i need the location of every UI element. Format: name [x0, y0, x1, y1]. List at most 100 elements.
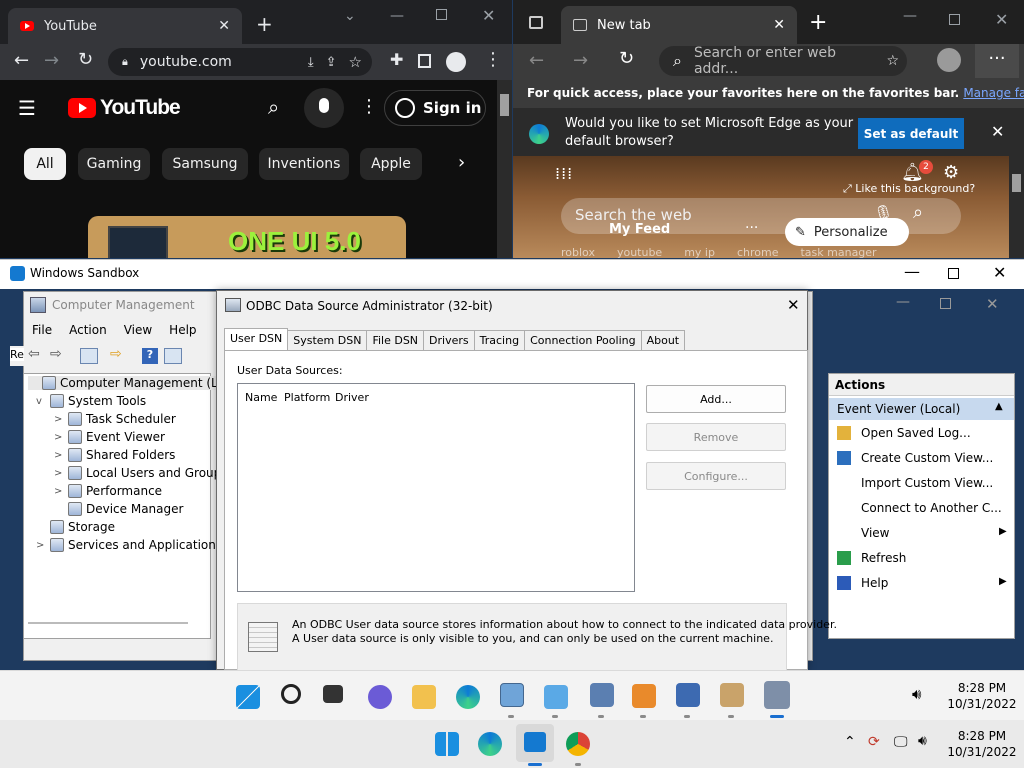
more-menu-icon[interactable]: ⋮: [484, 49, 502, 70]
apps-launcher-icon[interactable]: ⁞⁞⁞: [555, 164, 573, 183]
tab-new-tab[interactable]: New tab ✕: [561, 6, 797, 44]
sandbox-clock[interactable]: 8:28 PM 10/31/2022: [940, 680, 1024, 712]
share-icon[interactable]: ⇪: [326, 55, 337, 70]
sandbox-app-icon[interactable]: [544, 685, 568, 709]
forward-arrow-icon[interactable]: ⇨: [50, 346, 62, 362]
collapse-up-icon[interactable]: ▲: [995, 401, 1003, 412]
cm-minimize-icon[interactable]: —: [896, 294, 910, 310]
voice-search-button[interactable]: [304, 88, 344, 128]
minimize-icon[interactable]: —: [903, 8, 917, 24]
minimize-icon[interactable]: —: [390, 8, 404, 24]
show-action-pane-icon[interactable]: [164, 348, 182, 364]
chrome-icon[interactable]: [566, 732, 590, 756]
close-window-icon[interactable]: ✕: [482, 6, 495, 25]
show-hidden-icons-chevron-icon[interactable]: ⌃: [844, 734, 856, 750]
close-window-icon[interactable]: ✕: [995, 10, 1008, 29]
chip-apple[interactable]: Apple: [360, 148, 422, 180]
reload-icon[interactable]: ↻: [619, 48, 634, 69]
host-clock[interactable]: 8:28 PM 10/31/2022: [942, 728, 1022, 760]
scrollbar-thumb[interactable]: [500, 94, 509, 116]
tab-system-dsn[interactable]: System DSN: [287, 330, 368, 350]
action-item[interactable]: Help: [861, 576, 888, 590]
cm-maximize-icon[interactable]: [940, 298, 951, 309]
page-settings-gear-icon[interactable]: ⚙︎: [943, 162, 959, 183]
tree-item[interactable]: > Event Viewer: [54, 430, 165, 444]
tab-youtube[interactable]: YouTube ✕: [8, 8, 242, 44]
close-window-icon[interactable]: ✕: [993, 263, 1006, 282]
personalize-button[interactable]: ✎ Personalize: [785, 218, 909, 246]
chevron-right-icon[interactable]: >: [36, 540, 46, 551]
chevron-down-icon[interactable]: ⌄: [344, 8, 356, 24]
back-arrow-icon[interactable]: ⇦: [28, 346, 40, 362]
edge-scrollbar[interactable]: [1009, 156, 1024, 258]
column-header-platform[interactable]: Platform: [284, 391, 330, 404]
tree-item[interactable]: Device Manager: [54, 502, 183, 516]
chevron-right-icon[interactable]: >: [54, 414, 64, 425]
back-arrow-icon[interactable]: ←: [14, 50, 29, 71]
edge-icon[interactable]: [456, 685, 480, 709]
tree-item[interactable]: Computer Management (Local: [28, 376, 243, 390]
search-icon[interactable]: ⌕: [268, 95, 279, 119]
column-header-driver[interactable]: Driver: [335, 391, 369, 404]
action-item[interactable]: View: [861, 526, 889, 540]
minimize-icon[interactable]: —: [904, 262, 920, 281]
video-thumbnail[interactable]: ONE UI 5.0: [88, 216, 406, 258]
quick-link[interactable]: youtube: [617, 246, 662, 258]
control-panel-icon[interactable]: [500, 683, 524, 707]
menu-file[interactable]: File: [32, 323, 52, 337]
close-tab-icon[interactable]: ✕: [218, 18, 230, 34]
teams-chat-icon[interactable]: [368, 685, 392, 709]
sign-in-button[interactable]: Sign in: [384, 90, 486, 126]
action-item[interactable]: Refresh: [861, 551, 906, 565]
add-favorite-icon[interactable]: ☆: [886, 53, 907, 69]
chip-samsung[interactable]: Samsung: [162, 148, 248, 180]
maximize-icon[interactable]: [436, 9, 447, 20]
chip-inventions[interactable]: Inventions: [259, 148, 349, 180]
sync-alert-icon[interactable]: ⟳: [868, 734, 880, 750]
extensions-icon[interactable]: ✚: [390, 50, 403, 69]
action-item[interactable]: Connect to Another C...: [861, 501, 1002, 515]
network-icon[interactable]: 🖵︎: [894, 734, 908, 750]
like-background-prompt[interactable]: ⤢ Like this background?: [843, 182, 975, 196]
quick-link[interactable]: my ip: [684, 246, 715, 258]
file-explorer-icon[interactable]: [412, 685, 436, 709]
back-arrow-icon[interactable]: ←: [529, 50, 544, 71]
media-player-icon[interactable]: [632, 684, 656, 708]
odbc-close-icon[interactable]: ✕: [787, 296, 800, 314]
settings-more-icon[interactable]: ⋮: [360, 96, 378, 117]
menu-view[interactable]: View: [124, 323, 152, 337]
youtube-logo[interactable]: YouTube: [68, 96, 181, 120]
install-icon[interactable]: ⤓: [308, 55, 314, 70]
tree-item[interactable]: > Shared Folders: [54, 448, 175, 462]
tab-actions-icon[interactable]: [529, 16, 543, 29]
tab-connection-pooling[interactable]: Connection Pooling: [524, 330, 642, 350]
action-item[interactable]: Open Saved Log...: [861, 426, 971, 440]
network-config-icon[interactable]: [590, 683, 614, 707]
settings-and-more-icon[interactable]: ···: [975, 44, 1019, 78]
maximize-icon[interactable]: [948, 268, 959, 279]
close-tab-icon[interactable]: ✕: [773, 17, 785, 33]
manage-favorites-link[interactable]: Manage favorites...: [963, 86, 1024, 100]
edge-address-bar[interactable]: ⌕ Search or enter web addr... ☆: [659, 45, 907, 77]
tree-item[interactable]: > Services and Applications: [36, 538, 222, 552]
bookmark-star-icon[interactable]: ☆: [349, 53, 372, 71]
tab-tracing[interactable]: Tracing: [473, 330, 526, 350]
profile-avatar[interactable]: [937, 48, 961, 72]
address-bar[interactable]: 🔒︎ youtube.com ⤓ ⇪ ☆: [108, 48, 372, 76]
column-header-name[interactable]: Name: [245, 391, 277, 404]
configure-button[interactable]: Configure...: [646, 462, 786, 490]
tree-hscrollbar[interactable]: [28, 622, 188, 630]
user-data-sources-list[interactable]: Name Platform Driver: [237, 383, 635, 592]
tree-item[interactable]: > Local Users and Groups: [54, 466, 228, 480]
new-tab-icon[interactable]: +: [809, 10, 827, 35]
show-hide-tree-icon[interactable]: [80, 348, 98, 364]
dismiss-infobar-icon[interactable]: ✕: [991, 122, 1004, 141]
odbc-taskbar-icon[interactable]: [764, 681, 790, 709]
tree-item[interactable]: Storage: [36, 520, 115, 534]
tree-item[interactable]: v System Tools: [36, 394, 146, 408]
search-icon[interactable]: ⌕: [913, 202, 923, 223]
quick-link[interactable]: roblox: [561, 246, 595, 258]
action-item[interactable]: Create Custom View...: [861, 451, 993, 465]
actions-section-event-viewer[interactable]: Event Viewer (Local) ▲: [829, 398, 1014, 420]
add-button[interactable]: Add...: [646, 385, 786, 413]
